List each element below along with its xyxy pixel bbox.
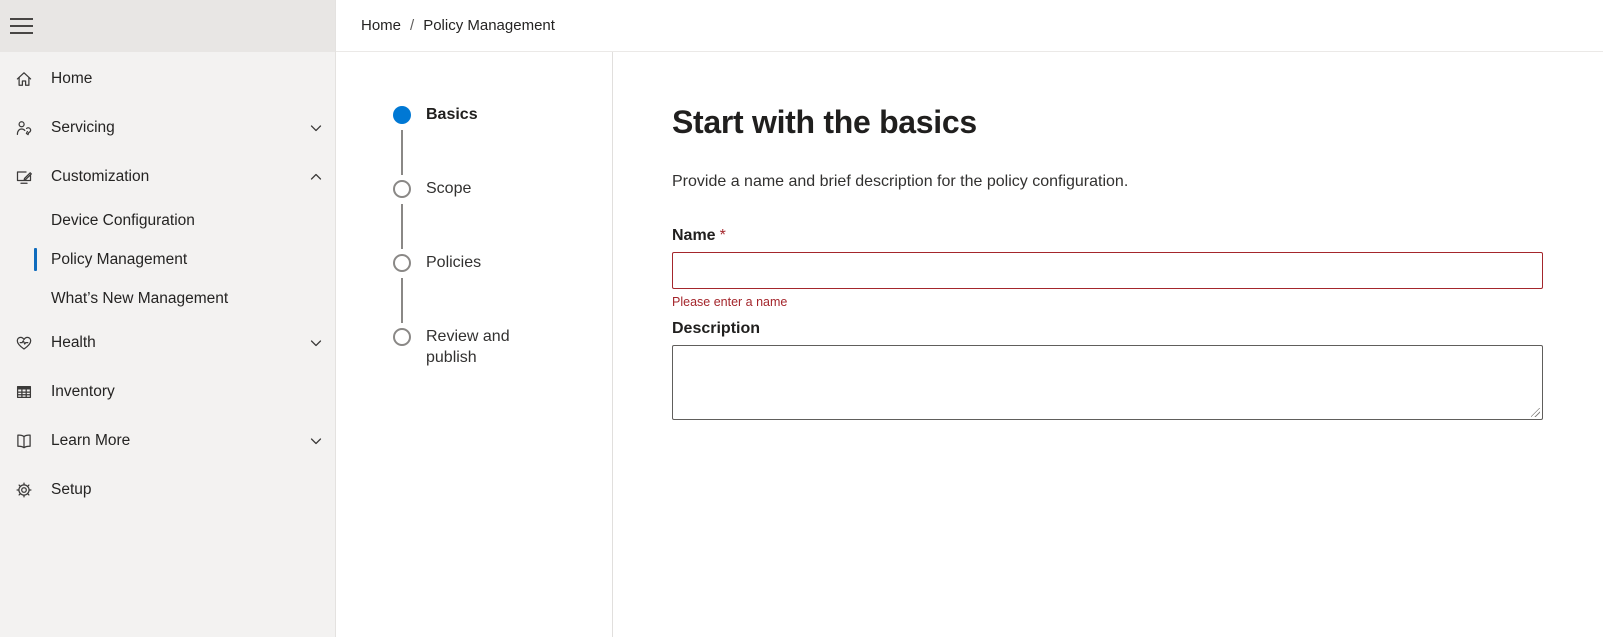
servicing-icon: [14, 118, 34, 138]
page-subtitle: Provide a name and brief description for…: [672, 173, 1129, 190]
sidebar-item-label: Servicing: [51, 118, 115, 136]
step-connector: [401, 278, 403, 323]
wizard-step-basics[interactable]: Basics: [393, 106, 612, 125]
sidebar-subitem-device-configuration[interactable]: Device Configuration: [0, 201, 335, 240]
customization-icon: [14, 167, 34, 187]
name-input[interactable]: [672, 252, 1543, 289]
step-dot-icon: [393, 328, 411, 346]
step-dot-active-icon: [393, 106, 411, 124]
chevron-up-icon: [310, 173, 322, 180]
chevron-down-icon: [310, 339, 322, 346]
setup-icon: [14, 480, 34, 500]
breadcrumb-separator: /: [410, 17, 415, 34]
inventory-icon: [14, 382, 34, 402]
sidebar-subitem-label: What’s New Management: [51, 289, 229, 307]
sidebar-item-inventory[interactable]: Inventory: [0, 367, 335, 416]
step-label: Scope: [426, 180, 472, 197]
wizard-steps: Basics Scope Policies Review and publish: [336, 52, 613, 637]
step-label: Review and publish: [426, 328, 510, 366]
sidebar-item-label: Learn More: [51, 431, 131, 449]
sidebar-subitem-label: Device Configuration: [51, 211, 195, 229]
sidebar-item-servicing[interactable]: Servicing: [0, 103, 335, 152]
required-asterisk: *: [719, 227, 726, 244]
name-field-label: Name *: [672, 227, 726, 244]
sidebar-item-health[interactable]: Health: [0, 318, 335, 367]
sidebar-item-label: Setup: [51, 480, 92, 498]
chevron-down-icon: [310, 437, 322, 444]
step-label: Policies: [426, 254, 482, 271]
sidebar-nav: Home Servicing Customization Device Conf…: [0, 52, 335, 514]
wizard-step-policies[interactable]: Policies: [393, 254, 612, 273]
selection-indicator: [34, 248, 37, 271]
sidebar-item-label: Health: [51, 333, 96, 351]
wizard-step-scope[interactable]: Scope: [393, 180, 612, 199]
sidebar-item-label: Customization: [51, 167, 150, 185]
step-dot-icon: [393, 254, 411, 272]
sidebar-item-label: Home: [51, 69, 93, 87]
breadcrumb: Home / Policy Management: [336, 0, 1603, 52]
sidebar-item-label: Inventory: [51, 382, 115, 400]
sidebar-subitem-policy-management[interactable]: Policy Management: [0, 240, 335, 279]
sidebar: Home Servicing Customization Device Conf…: [0, 0, 336, 637]
sidebar-item-setup[interactable]: Setup: [0, 465, 335, 514]
breadcrumb-home-link[interactable]: Home: [361, 17, 401, 34]
step-connector: [401, 130, 403, 175]
sidebar-subitem-whats-new-management[interactable]: What’s New Management: [0, 279, 335, 318]
sidebar-item-learn-more[interactable]: Learn More: [0, 416, 335, 465]
sidebar-top-strip: [0, 0, 335, 52]
content-region: Home / Policy Management Basics Scope Po…: [336, 0, 1603, 637]
sidebar-subitem-label: Policy Management: [51, 250, 188, 268]
home-icon: [14, 69, 34, 89]
name-error-message: Please enter a name: [672, 295, 788, 309]
app-window: Home Servicing Customization Device Conf…: [0, 0, 1603, 637]
step-label: Basics: [426, 106, 478, 123]
step-dot-icon: [393, 180, 411, 198]
breadcrumb-current: Policy Management: [423, 17, 555, 34]
sidebar-item-home[interactable]: Home: [0, 54, 335, 103]
main-panel: Start with the basics Provide a name and…: [613, 52, 1603, 637]
learn-more-icon: [14, 431, 34, 451]
description-textarea[interactable]: [672, 345, 1543, 420]
step-connector: [401, 204, 403, 249]
page-title: Start with the basics: [672, 104, 977, 140]
health-icon: [14, 333, 34, 353]
hamburger-menu-icon[interactable]: [10, 9, 44, 43]
sidebar-item-customization[interactable]: Customization: [0, 152, 335, 201]
wizard-step-review-and-publish[interactable]: Review and publish: [393, 328, 612, 368]
description-field-label: Description: [672, 320, 761, 337]
chevron-down-icon: [310, 124, 322, 131]
